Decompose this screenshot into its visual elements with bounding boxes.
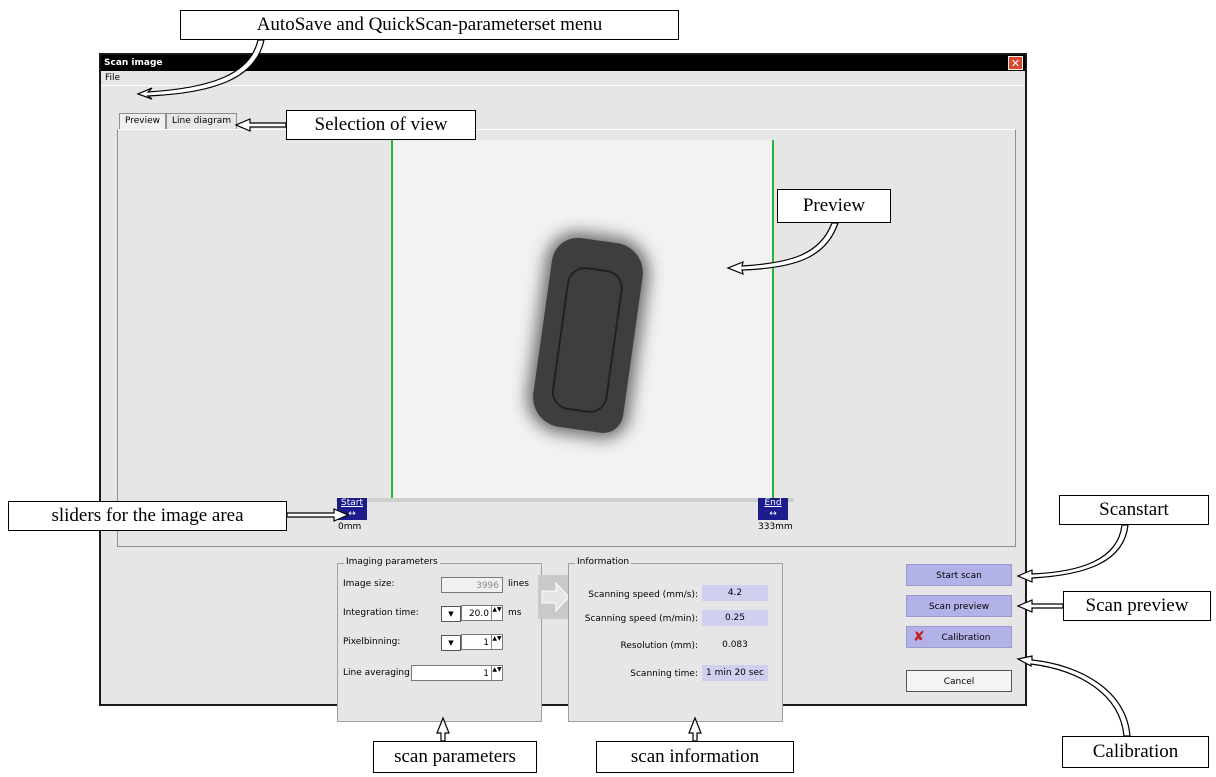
callout-arrows [136, 39, 1131, 742]
